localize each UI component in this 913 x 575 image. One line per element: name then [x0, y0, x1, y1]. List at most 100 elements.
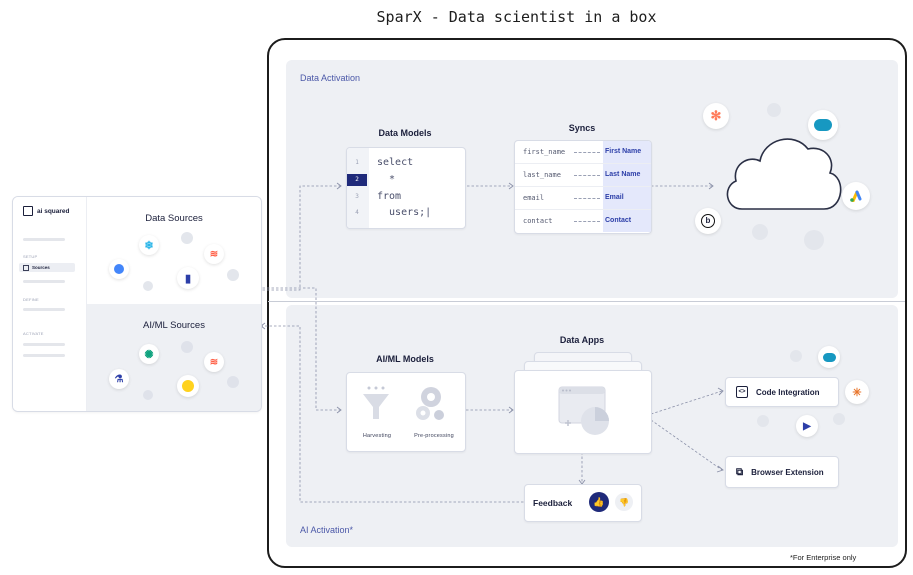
sync-row: contact Contact — [515, 210, 651, 232]
code-line-3: 3 from — [347, 189, 465, 204]
thumbs-down-icon[interactable]: 👎 — [615, 493, 633, 511]
destination-field: Last Name — [603, 164, 651, 186]
powerapps-icon: ▶ — [796, 415, 818, 437]
braze-icon: b — [695, 208, 721, 234]
code-line-1: 1 select — [347, 155, 465, 170]
data-models-card: 1 select 2 * 3 from 4 users;| — [346, 147, 466, 229]
nav-item-sources[interactable]: Sources — [19, 263, 75, 272]
app-window-icon — [558, 386, 609, 435]
tableau-icon: ✳ — [845, 380, 869, 404]
bigquery-icon — [109, 259, 129, 279]
mapping-dash — [574, 151, 600, 153]
source-field: last_name — [523, 171, 561, 179]
sync-row: email Email — [515, 187, 651, 210]
databricks-icon: ≋ — [204, 352, 224, 372]
browser-extension-label: Browser Extension — [751, 467, 824, 477]
product-sidebar: ai squared SETUP Sources DEFINE ACTIVATE — [13, 197, 87, 411]
nav-placeholder — [23, 343, 65, 346]
huggingface-icon — [177, 375, 199, 397]
sync-row: first_name First Name — [515, 141, 651, 164]
preprocessing-label: Pre-processing — [414, 433, 454, 439]
placeholder-dot — [804, 230, 824, 250]
feedback-label: Feedback — [533, 498, 573, 508]
data-sources-heading: Data Sources — [145, 213, 203, 224]
code-integration-label: Code Integration — [756, 387, 820, 397]
salesforce-icon — [818, 346, 840, 368]
aiml-sources-area: AI/ML Sources ✺ ≋ ⚗ — [87, 304, 261, 411]
code-integration-button[interactable]: <> Code Integration — [725, 377, 839, 407]
data-apps-card — [514, 370, 652, 454]
salesforce-cloud — [822, 352, 836, 362]
nav-section-setup: SETUP — [23, 254, 38, 259]
nav-section-define: DEFINE — [23, 297, 39, 302]
nav-section-activate: ACTIVATE — [23, 331, 44, 336]
placeholder-dot — [227, 269, 239, 281]
aiml-sources-heading: AI/ML Sources — [143, 320, 205, 331]
harvesting-label: Harvesting — [362, 433, 392, 439]
openai-icon: ✺ — [139, 344, 159, 364]
mapping-dash — [574, 197, 600, 199]
snowflake-icon: ❄ — [139, 235, 159, 255]
nav-placeholder — [23, 308, 65, 311]
code-line-4: 4 users;| — [347, 205, 465, 220]
brand-logo-icon — [23, 206, 33, 216]
sources-label: Sources — [32, 265, 50, 270]
syncs-heading: Syncs — [568, 123, 596, 133]
placeholder-dot — [752, 224, 768, 240]
braze-glyph: b — [701, 214, 715, 228]
source-field: contact — [523, 217, 553, 225]
placeholder-dot — [143, 281, 153, 291]
source-field: first_name — [523, 148, 566, 156]
placeholder-dot — [767, 103, 781, 117]
salesforce-cloud — [814, 119, 832, 131]
nav-placeholder — [23, 238, 65, 241]
aiml-models-heading: AI/ML Models — [376, 354, 434, 364]
line-number: 1 — [355, 159, 359, 166]
brand-name: ai squared — [37, 207, 70, 215]
gears-icon — [416, 387, 444, 420]
placeholder-dot — [757, 415, 769, 427]
cloud-icon — [726, 138, 842, 210]
mapping-dash — [574, 174, 600, 176]
google-ads-glyph — [850, 190, 862, 202]
data-sources-area: Data Sources ❄ ≋ ▮ — [87, 197, 261, 304]
destination-field: Contact — [603, 210, 651, 232]
browser-extension-button[interactable]: ⧉ Browser Extension — [725, 456, 839, 488]
aiml-models-card: Harvesting Pre-processing — [346, 372, 466, 452]
code-text: * — [377, 174, 396, 185]
bigquery-glyph — [114, 264, 124, 274]
nav-placeholder — [23, 354, 65, 357]
salesforce-icon — [808, 110, 838, 140]
flask-icon: ⚗ — [109, 369, 129, 389]
thumbs-up-icon[interactable]: 👍 — [589, 492, 609, 512]
puzzle-icon: ⧉ — [736, 466, 744, 478]
placeholder-dot — [143, 390, 153, 400]
sync-row: last_name Last Name — [515, 164, 651, 187]
postgres-icon: ▮ — [177, 267, 199, 289]
hubspot-icon: ✻ — [703, 103, 729, 129]
data-models-heading: Data Models — [378, 128, 432, 138]
mapping-dash — [574, 220, 600, 222]
google-ads-icon — [842, 182, 870, 210]
sources-icon — [23, 264, 29, 271]
product-panel: ai squared SETUP Sources DEFINE ACTIVATE… — [12, 196, 262, 412]
source-field: email — [523, 194, 545, 202]
line-number: 4 — [355, 209, 359, 216]
code-text: users;| — [377, 207, 432, 218]
feedback-card: Feedback 👍 👎 — [524, 484, 642, 522]
line-number: 3 — [355, 193, 359, 200]
line-number-active: 2 — [347, 173, 367, 186]
nav-placeholder — [23, 280, 65, 283]
placeholder-dot — [181, 232, 193, 244]
destination-field: First Name — [603, 141, 651, 163]
code-text: select — [377, 157, 414, 168]
code-brackets-icon: <> — [736, 386, 748, 398]
placeholder-dot — [181, 341, 193, 353]
syncs-card: first_name First Name last_name Last Nam… — [514, 140, 652, 234]
brand: ai squared — [23, 206, 70, 216]
code-text: from — [377, 191, 402, 202]
placeholder-dot — [833, 413, 845, 425]
funnel-icon — [363, 386, 389, 419]
code-line-2: 2 * — [347, 172, 465, 187]
huggingface-glyph — [182, 380, 194, 392]
